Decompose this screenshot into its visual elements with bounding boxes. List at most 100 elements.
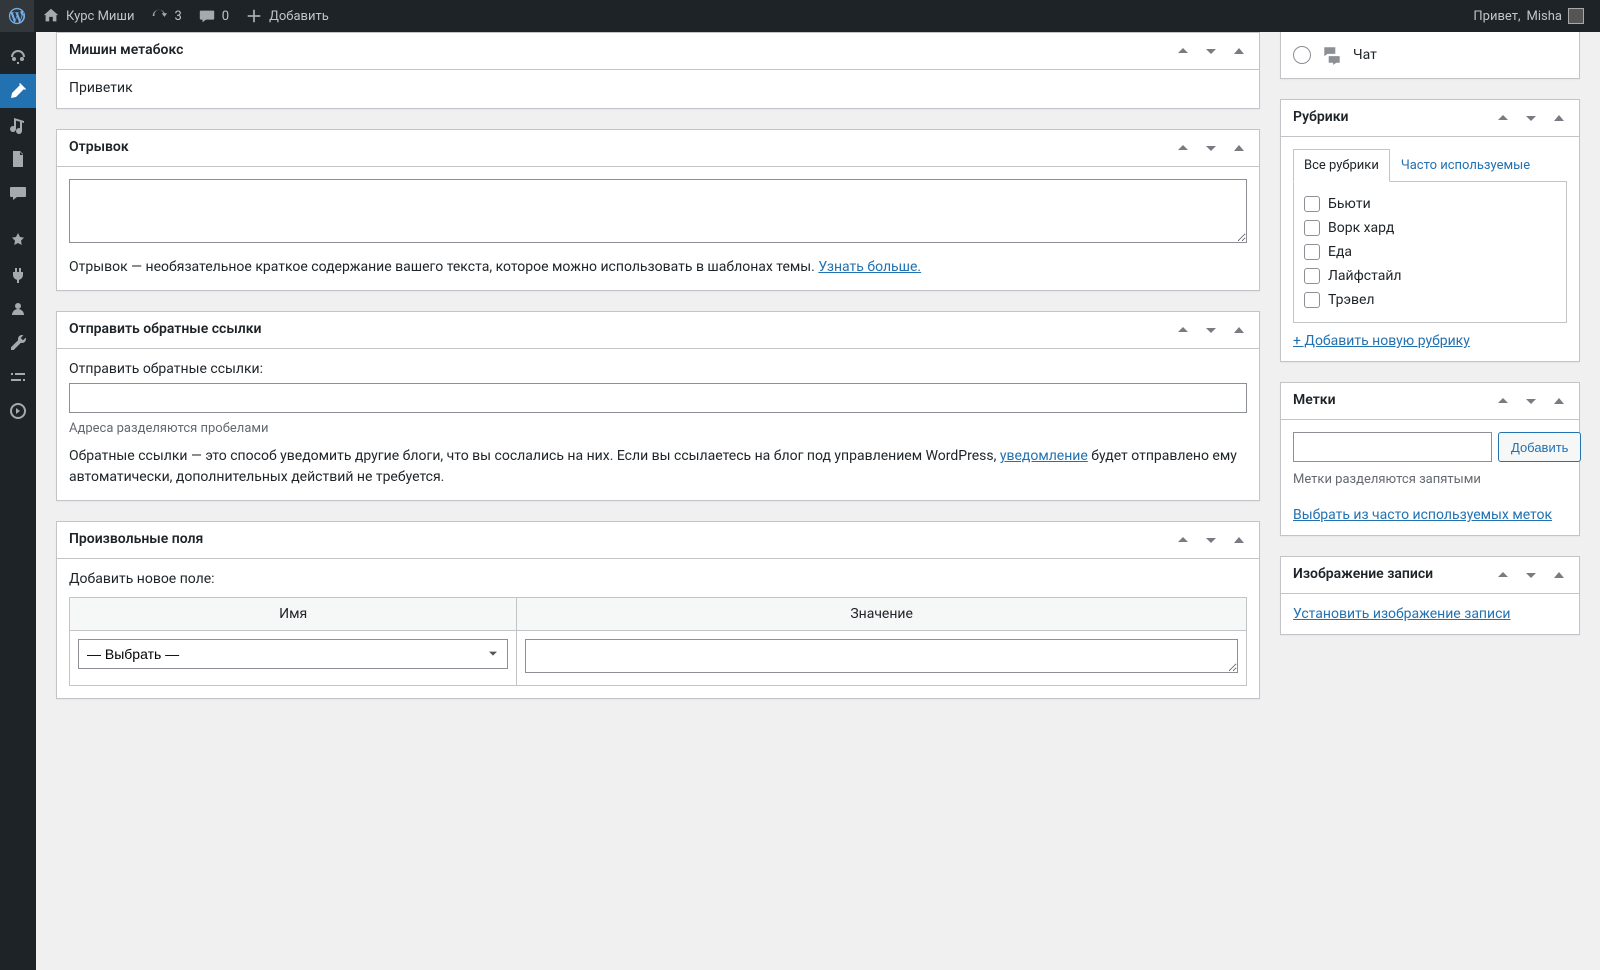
cf-col-value: Значение [517, 598, 1247, 631]
metabox-categories: Рубрики Все рубрики Часто используемые Б… [1280, 99, 1580, 362]
menu-appearance[interactable] [0, 224, 36, 258]
format-label: Чат [1353, 47, 1377, 63]
comment-icon [198, 7, 216, 25]
menu-users[interactable] [0, 292, 36, 326]
menu-media[interactable] [0, 108, 36, 142]
category-item[interactable]: Еда [1304, 240, 1556, 264]
add-new-link[interactable]: Добавить [237, 0, 337, 32]
move-up-button[interactable] [1169, 33, 1197, 69]
cf-col-name: Имя [70, 598, 517, 631]
comments-link[interactable]: 0 [190, 0, 237, 32]
user-avatar [1568, 8, 1584, 24]
set-featured-image-link[interactable]: Установить изображение записи [1293, 606, 1511, 622]
menu-pages[interactable] [0, 142, 36, 176]
custom-field-add-label: Добавить новое поле: [69, 571, 1247, 587]
move-up-button[interactable] [1489, 383, 1517, 419]
move-down-button[interactable] [1197, 130, 1225, 166]
metabox-title: Отрывок [57, 130, 1169, 166]
updates-link[interactable]: 3 [142, 0, 189, 32]
menu-comments[interactable] [0, 176, 36, 210]
chat-icon [1321, 44, 1343, 66]
category-item[interactable]: Ворк хард [1304, 216, 1556, 240]
my-account[interactable]: Привет, Misha [1465, 0, 1592, 32]
toggle-button[interactable] [1225, 312, 1253, 348]
menu-settings[interactable] [0, 360, 36, 394]
metabox-tags: Метки Добавить Метки разделяются запятым… [1280, 382, 1580, 536]
trackback-label: Отправить обратные ссылки: [69, 361, 1247, 377]
metabox-title: Произвольные поля [57, 522, 1169, 558]
category-checkbox[interactable] [1304, 196, 1320, 212]
toggle-button[interactable] [1545, 557, 1573, 593]
wp-logo[interactable] [0, 0, 34, 32]
toggle-button[interactable] [1545, 100, 1573, 136]
tags-choose-link[interactable]: Выбрать из часто используемых меток [1293, 507, 1552, 523]
category-item[interactable]: Лайфстайл [1304, 264, 1556, 288]
toggle-button[interactable] [1545, 383, 1573, 419]
excerpt-desc: Отрывок — необязательное краткое содержа… [69, 259, 818, 275]
metabox-title: Метки [1281, 383, 1489, 419]
admin-toolbar: Курс Миши 3 0 Добавить Привет, Misha [0, 0, 1600, 32]
move-up-button[interactable] [1169, 312, 1197, 348]
metabox-title: Мишин метабокс [57, 33, 1169, 69]
categories-tab-frequent[interactable]: Часто используемые [1390, 149, 1541, 182]
add-category-link[interactable]: + Добавить новую рубрику [1293, 333, 1567, 349]
comments-count: 0 [222, 9, 229, 24]
trackback-desc-before: Обратные ссылки — это способ уведомить д… [69, 448, 1000, 464]
table-row: — Выбрать — [70, 631, 1247, 686]
greeting-prefix: Привет, [1473, 9, 1520, 24]
category-item[interactable]: Бьюти [1304, 192, 1556, 216]
cf-name-select[interactable]: — Выбрать — [78, 639, 508, 669]
move-up-button[interactable] [1489, 557, 1517, 593]
add-new-label: Добавить [269, 9, 329, 24]
category-label: Лайфстайл [1328, 268, 1402, 284]
tags-add-button[interactable]: Добавить [1498, 432, 1581, 462]
menu-dashboard[interactable] [0, 40, 36, 74]
category-label: Ворк хард [1328, 220, 1394, 236]
category-label: Еда [1328, 244, 1352, 260]
tags-input[interactable] [1293, 432, 1492, 462]
menu-collapse[interactable] [0, 394, 36, 428]
metabox-excerpt: Отрывок Отрывок — необязательное краткое… [56, 129, 1260, 291]
tags-hint: Метки разделяются запятыми [1293, 472, 1567, 487]
cf-value-textarea[interactable] [525, 639, 1238, 673]
category-checkbox[interactable] [1304, 268, 1320, 284]
toggle-button[interactable] [1225, 33, 1253, 69]
custom-fields-table: Имя Значение — Выбрать — [69, 597, 1247, 686]
category-checkbox[interactable] [1304, 292, 1320, 308]
trackback-hint: Адреса разделяются пробелами [69, 421, 1247, 436]
category-checkbox[interactable] [1304, 220, 1320, 236]
menu-plugins[interactable] [0, 258, 36, 292]
menu-tools[interactable] [0, 326, 36, 360]
user-name: Misha [1527, 9, 1562, 24]
menu-posts[interactable] [0, 74, 36, 108]
move-down-button[interactable] [1517, 100, 1545, 136]
category-item[interactable]: Трэвел [1304, 288, 1556, 312]
move-up-button[interactable] [1169, 130, 1197, 166]
move-down-button[interactable] [1197, 312, 1225, 348]
format-radio[interactable] [1293, 46, 1311, 64]
plus-icon [245, 7, 263, 25]
site-home-link[interactable]: Курс Миши [34, 0, 142, 32]
metabox-formats-partial: Чат [1280, 32, 1580, 79]
home-icon [42, 7, 60, 25]
toggle-button[interactable] [1225, 522, 1253, 558]
toggle-button[interactable] [1225, 130, 1253, 166]
wordpress-icon [8, 7, 26, 25]
move-up-button[interactable] [1169, 522, 1197, 558]
excerpt-learn-more-link[interactable]: Узнать больше. [818, 259, 921, 275]
trackback-input[interactable] [69, 383, 1247, 413]
refresh-icon [150, 7, 168, 25]
move-up-button[interactable] [1489, 100, 1517, 136]
trackback-ping-link[interactable]: уведомление [1000, 448, 1088, 464]
site-name: Курс Миши [66, 9, 134, 24]
categories-tab-all[interactable]: Все рубрики [1293, 149, 1390, 182]
category-checkbox[interactable] [1304, 244, 1320, 260]
move-down-button[interactable] [1517, 383, 1545, 419]
metabox-featured-image: Изображение записи Установить изображени… [1280, 556, 1580, 635]
excerpt-textarea[interactable] [69, 179, 1247, 243]
metabox-body: Приветик [69, 80, 133, 96]
metabox-custom: Мишин метабокс Приветик [56, 32, 1260, 109]
move-down-button[interactable] [1517, 557, 1545, 593]
move-down-button[interactable] [1197, 522, 1225, 558]
move-down-button[interactable] [1197, 33, 1225, 69]
